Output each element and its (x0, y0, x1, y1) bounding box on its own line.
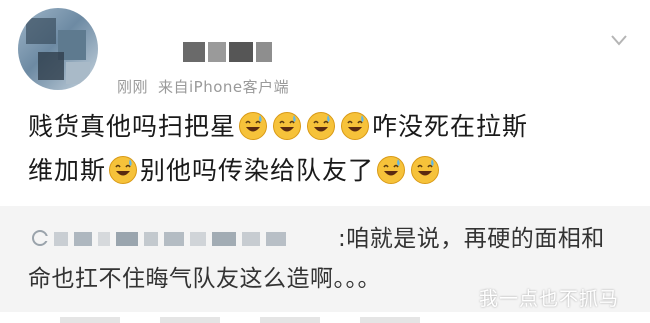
sweat-smile-emoji-icon (377, 156, 406, 184)
chevron-down-icon[interactable] (610, 33, 628, 47)
post-text: 贱货真他吗扫把星 咋没死在拉斯 维加斯 别他吗传染给队友了 (28, 105, 628, 193)
post-text-line2-b: 别他吗传染给队友了 (140, 156, 375, 185)
sweat-smile-emoji-icon (273, 112, 302, 140)
sweat-smile-emoji-icon (341, 112, 370, 140)
sweat-smile-emoji-icon (411, 156, 440, 184)
post-text-line1-a: 贱货真他吗扫把星 (28, 112, 237, 141)
sweat-smile-emoji-icon (307, 112, 336, 140)
post-text-line1-b: 咋没死在拉斯 (372, 112, 529, 141)
post-meta: 刚刚 来自iPhone客户端 (117, 76, 289, 97)
username-redacted[interactable] (183, 42, 273, 62)
post-time: 刚刚 (117, 78, 149, 96)
sweat-smile-emoji-icon (109, 156, 138, 184)
weibo-post-card: 刚刚 来自iPhone客户端 贱货真他吗扫把星 咋没死在拉斯 维加斯 别他吗传染给队友… (0, 0, 650, 323)
watermark: 我一点也不抓马 (479, 288, 620, 310)
post-source: 来自iPhone客户端 (158, 78, 290, 96)
sweat-smile-emoji-icon (239, 112, 268, 140)
post-text-line2-a: 维加斯 (28, 156, 107, 185)
avatar[interactable] (18, 8, 98, 90)
footer-actions-partial (0, 312, 650, 323)
